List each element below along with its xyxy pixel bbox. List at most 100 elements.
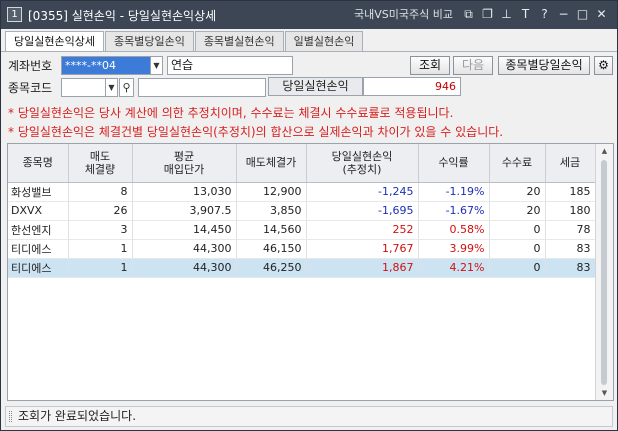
- search-button[interactable]: 조회: [410, 56, 450, 75]
- tab-daily-realized[interactable]: 일별실현손익: [284, 31, 364, 51]
- cell-return-rate: -1.67%: [418, 201, 490, 221]
- cell-realized-pl: -1,695: [306, 201, 419, 221]
- col-sell-quantity[interactable]: 매도 체결량: [68, 144, 133, 183]
- cell-avg-buy-price: 44,300: [132, 239, 237, 259]
- cell-tax: 83: [545, 239, 596, 259]
- cell-return-rate: 4.21%: [418, 258, 490, 278]
- cell-sell-price: 14,560: [236, 220, 307, 240]
- col-avg-buy-price[interactable]: 평균 매입단가: [132, 144, 237, 183]
- chevron-down-icon: ▼: [153, 61, 160, 70]
- cell-stock-name: 티디에스: [8, 258, 69, 278]
- cell-sell-quantity: 26: [68, 201, 133, 221]
- stock-code-input[interactable]: [61, 78, 106, 97]
- account-number-field[interactable]: ****-**04: [61, 56, 151, 75]
- account-name-field: 연습: [167, 56, 293, 75]
- gear-icon: ⚙: [598, 58, 609, 72]
- scroll-thumb[interactable]: [601, 160, 607, 385]
- col-commission[interactable]: 수수료: [489, 144, 546, 183]
- window-title: [0355] 실현손익 - 당일실현손익상세: [28, 9, 217, 23]
- cell-realized-pl: 1,767: [306, 239, 419, 259]
- vertical-scrollbar[interactable]: ▲ ▼: [595, 144, 613, 400]
- status-message: 조회가 완료되었습니다.: [18, 409, 137, 423]
- account-label: 계좌번호: [8, 59, 53, 73]
- table-row[interactable]: 티디에스 1 44,300 46,150 1,767 3.99% 0 83: [8, 239, 596, 259]
- grip-icon: [9, 411, 12, 422]
- stock-code-label: 종목코드: [8, 81, 53, 95]
- by-stock-today-button[interactable]: 종목별당일손익: [498, 56, 590, 75]
- cell-stock-name: 한선엔지: [8, 220, 69, 240]
- help-icon[interactable]: ?: [537, 6, 552, 22]
- tab-divider: [1, 51, 617, 52]
- stock-code-dropdown-button[interactable]: ▼: [105, 78, 118, 97]
- search-icon: ⚲: [122, 81, 131, 94]
- cell-realized-pl: 252: [306, 220, 419, 240]
- cell-stock-name: 티디에스: [8, 239, 69, 259]
- cell-sell-quantity: 8: [68, 182, 133, 202]
- minimize-icon[interactable]: −: [556, 6, 571, 22]
- stock-name-field: [138, 78, 266, 97]
- cell-realized-pl: -1,245: [306, 182, 419, 202]
- cell-tax: 185: [545, 182, 596, 202]
- notice-line-1: * 당일실현손익은 당사 계산에 의한 추정치이며, 수수료는 체결시 수수료률…: [8, 106, 454, 120]
- cell-stock-name: 화성밸브: [8, 182, 69, 202]
- col-tax[interactable]: 세금: [545, 144, 596, 183]
- scroll-down-icon[interactable]: ▼: [596, 386, 613, 400]
- table-row[interactable]: 화성밸브 8 13,030 12,900 -1,245 -1.19% 20 185: [8, 182, 596, 202]
- app-window: 1 [0355] 실현손익 - 당일실현손익상세 국내VS미국주식 비교 ⧉ ❐ ⊥…: [0, 0, 618, 431]
- window-number-badge: 1: [7, 7, 22, 22]
- cell-tax: 78: [545, 220, 596, 240]
- cell-commission: 20: [489, 182, 546, 202]
- realized-pl-grid: 종목명 매도 체결량 평균 매입단가 매도체결가 당일실현손익 (추정치) 수익…: [7, 143, 614, 401]
- restore-icon[interactable]: ⧉: [461, 6, 476, 22]
- tab-today-realized-detail[interactable]: 당일실현손익상세: [5, 31, 104, 52]
- stock-search-button[interactable]: ⚲: [119, 78, 134, 97]
- cell-return-rate: -1.19%: [418, 182, 490, 202]
- copy-icon[interactable]: ❐: [480, 6, 495, 22]
- table-row[interactable]: DXVX 26 3,907.5 3,850 -1,695 -1.67% 20 180: [8, 201, 596, 221]
- cell-sell-price: 46,150: [236, 239, 307, 259]
- table-row[interactable]: 한선엔지 3 14,450 14,560 252 0.58% 0 78: [8, 220, 596, 240]
- cell-avg-buy-price: 44,300: [132, 258, 237, 278]
- title-bar: 1 [0355] 실현손익 - 당일실현손익상세 국내VS미국주식 비교 ⧉ ❐ ⊥…: [1, 1, 617, 29]
- scroll-up-icon[interactable]: ▲: [596, 144, 613, 158]
- cell-sell-quantity: 1: [68, 239, 133, 259]
- col-sell-price[interactable]: 매도체결가: [236, 144, 307, 183]
- font-icon[interactable]: T: [518, 6, 533, 22]
- tab-realized-by-stock[interactable]: 종목별실현손익: [194, 31, 284, 51]
- account-dropdown-button[interactable]: ▼: [150, 56, 163, 75]
- status-bar: 조회가 완료되었습니다.: [5, 406, 613, 427]
- col-stock-name[interactable]: 종목명: [8, 144, 69, 183]
- table-row[interactable]: 티디에스 1 44,300 46,250 1,867 4.21% 0 83: [8, 258, 596, 278]
- cell-commission: 0: [489, 239, 546, 259]
- pin-icon[interactable]: ⊥: [499, 6, 514, 22]
- today-realized-pl-label: 당일실현손익: [268, 77, 363, 96]
- tab-today-by-stock[interactable]: 종목별당일손익: [104, 31, 194, 51]
- cell-sell-quantity: 1: [68, 258, 133, 278]
- cell-stock-name: DXVX: [8, 201, 69, 221]
- next-button[interactable]: 다음: [453, 56, 493, 75]
- table-header-row: 종목명 매도 체결량 평균 매입단가 매도체결가 당일실현손익 (추정치) 수익…: [8, 144, 596, 183]
- chevron-down-icon: ▼: [108, 83, 115, 92]
- cell-realized-pl: 1,867: [306, 258, 419, 278]
- cell-commission: 20: [489, 201, 546, 221]
- cell-sell-price: 12,900: [236, 182, 307, 202]
- col-return-rate[interactable]: 수익률: [418, 144, 490, 183]
- realized-pl-table: 종목명 매도 체결량 평균 매입단가 매도체결가 당일실현손익 (추정치) 수익…: [8, 144, 596, 278]
- cell-sell-price: 3,850: [236, 201, 307, 221]
- title-actions: 국내VS미국주식 비교 ⧉ ❐ ⊥ T? − □ ✕: [354, 6, 609, 22]
- maximize-icon[interactable]: □: [575, 6, 590, 22]
- cell-commission: 0: [489, 220, 546, 240]
- cell-avg-buy-price: 3,907.5: [132, 201, 237, 221]
- cell-sell-quantity: 3: [68, 220, 133, 240]
- domestic-vs-us-compare-link[interactable]: 국내VS미국주식 비교: [354, 6, 453, 22]
- cell-avg-buy-price: 13,030: [132, 182, 237, 202]
- tab-bar: 당일실현손익상세 종목별당일손익 종목별실현손익 일별실현손익: [5, 31, 364, 52]
- cell-avg-buy-price: 14,450: [132, 220, 237, 240]
- notice-line-2: * 당일실현손익은 체결건별 당일실현손익(추정치)의 합산으로 실제손익과 차…: [8, 125, 504, 139]
- cell-return-rate: 3.99%: [418, 239, 490, 259]
- close-icon[interactable]: ✕: [594, 6, 609, 22]
- cell-sell-price: 46,250: [236, 258, 307, 278]
- col-realized-pl[interactable]: 당일실현손익 (추정치): [306, 144, 419, 183]
- settings-button[interactable]: ⚙: [594, 56, 613, 75]
- cell-commission: 0: [489, 258, 546, 278]
